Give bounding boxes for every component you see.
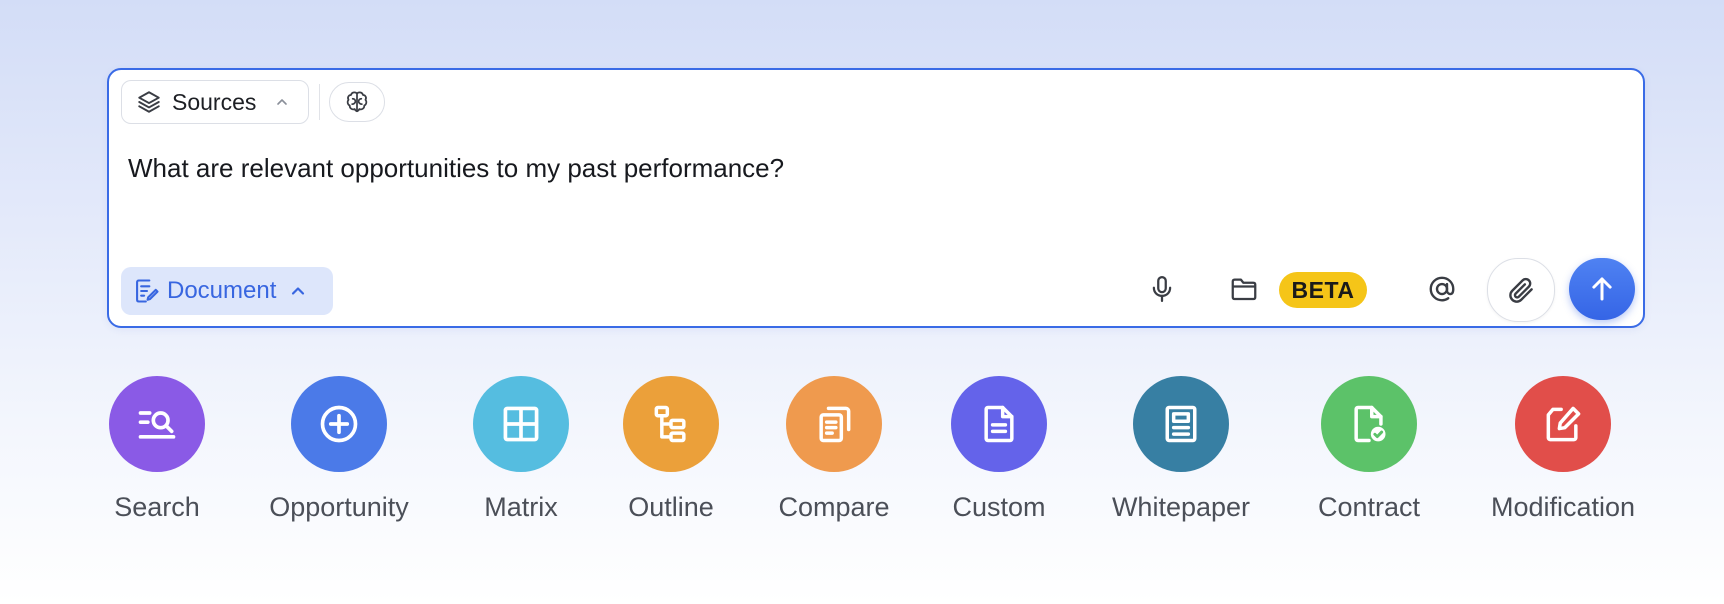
chevron-up-icon (288, 281, 308, 301)
mode-selector[interactable]: Document (121, 267, 333, 315)
quick-actions: Search Opportunity Matrix Outline Compar… (0, 376, 1724, 536)
action-label: Whitepaper (1111, 492, 1251, 522)
grid-icon (473, 376, 569, 472)
send-button[interactable] (1569, 258, 1635, 320)
tree-outline-icon (623, 376, 719, 472)
document-check-icon (1321, 376, 1417, 472)
copy-documents-icon (786, 376, 882, 472)
action-contract[interactable]: Contract (1269, 376, 1469, 523)
prompt-input[interactable]: What are relevant opportunities to my pa… (128, 152, 1623, 186)
action-label: Modification (1490, 492, 1636, 522)
document-icon (951, 376, 1047, 472)
folder-icon (1229, 274, 1259, 304)
action-label: Opportunity (269, 492, 409, 522)
document-edit-icon (133, 277, 161, 305)
microphone-button[interactable] (1139, 266, 1185, 312)
mode-label: Document (167, 277, 277, 304)
at-sign-icon (1427, 274, 1457, 304)
toolbar-divider (319, 84, 320, 120)
paperclip-icon (1506, 275, 1536, 305)
brain-button[interactable] (329, 82, 385, 122)
action-custom[interactable]: Custom (899, 376, 1099, 523)
chat-composer: Sources What are relevant opportunities … (107, 68, 1645, 328)
sources-button[interactable]: Sources (121, 80, 309, 124)
action-label: Outline (628, 492, 714, 522)
action-opportunity[interactable]: Opportunity (239, 376, 439, 523)
chevron-up-icon (274, 94, 290, 110)
plus-circle-icon (291, 376, 387, 472)
attach-button[interactable] (1487, 258, 1555, 322)
layers-icon (136, 89, 162, 115)
action-label: Compare (778, 492, 890, 522)
arrow-up-icon (1587, 274, 1617, 304)
action-modification[interactable]: Modification (1463, 376, 1663, 523)
action-whitepaper[interactable]: Whitepaper (1081, 376, 1281, 523)
microphone-icon (1147, 274, 1177, 304)
action-label: Custom (952, 492, 1046, 522)
edit-document-icon (1515, 376, 1611, 472)
action-label: Contract (1317, 492, 1421, 522)
action-label: Search (114, 492, 200, 522)
action-label: Matrix (484, 492, 558, 522)
brain-icon (344, 89, 370, 115)
beta-badge: BETA (1279, 272, 1367, 308)
sources-label: Sources (172, 88, 257, 115)
folder-button[interactable] (1221, 266, 1267, 312)
search-list-icon (109, 376, 205, 472)
mention-button[interactable] (1419, 266, 1465, 312)
newspaper-icon (1133, 376, 1229, 472)
action-search[interactable]: Search (57, 376, 257, 523)
